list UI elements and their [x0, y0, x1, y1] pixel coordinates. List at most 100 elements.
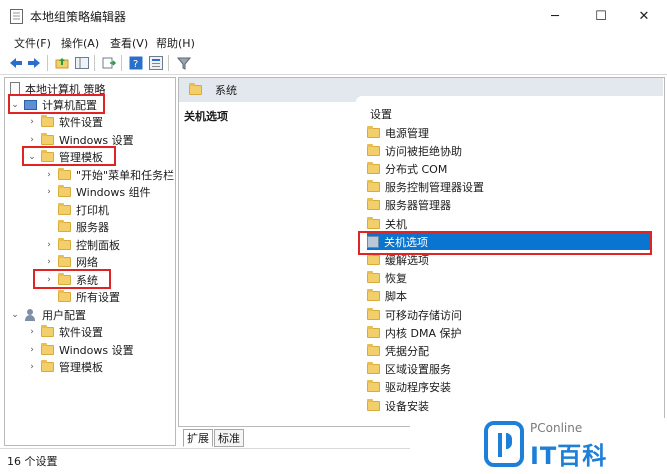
setting-item[interactable]: 设备安装: [367, 397, 429, 414]
tree-windows-settings[interactable]: › Windows 设置: [27, 131, 134, 148]
chevron-right-icon[interactable]: ›: [44, 187, 54, 197]
tree-network[interactable]: › 网络: [44, 253, 98, 270]
tree-user-windows-settings[interactable]: › Windows 设置: [27, 341, 134, 358]
tree-system[interactable]: › 系统: [44, 271, 98, 288]
setting-item-label: 凭据分配: [385, 344, 429, 358]
tree-label: 软件设置: [59, 115, 103, 129]
folder-icon: [41, 132, 54, 145]
folder-icon: [367, 252, 380, 265]
filter-icon[interactable]: [176, 55, 192, 71]
tree-software-settings[interactable]: › 软件设置: [27, 113, 103, 130]
tree-start-menu[interactable]: › "开始"菜单和任务栏: [44, 166, 174, 183]
tree-label: 打印机: [76, 203, 109, 217]
tree-root[interactable]: 本地计算机 策略: [10, 80, 106, 97]
forward-arrow-icon[interactable]: [26, 55, 42, 71]
menu-help[interactable]: 帮助(H): [156, 35, 195, 51]
pconline-logo-icon: [484, 421, 524, 467]
menu-view[interactable]: 查看(V): [110, 35, 148, 51]
folder-icon: [367, 125, 380, 138]
setting-item[interactable]: 关机: [367, 215, 407, 232]
tab-standard[interactable]: 标准: [214, 429, 244, 447]
folder-icon: [367, 271, 380, 284]
chevron-right-icon[interactable]: ›: [27, 362, 37, 372]
folder-icon: [189, 83, 202, 95]
tree-label: "开始"菜单和任务栏: [76, 168, 175, 182]
tree-user-config[interactable]: ⌄ 用户配置: [10, 306, 86, 323]
setting-item[interactable]: 凭据分配: [367, 342, 429, 359]
help-icon[interactable]: ?: [128, 55, 144, 71]
folder-icon: [58, 219, 71, 232]
column-header-setting[interactable]: 设置: [370, 106, 392, 122]
app-icon: [10, 9, 23, 24]
tree-label: 本地计算机 策略: [25, 82, 106, 96]
minimize-button[interactable]: ─: [532, 0, 578, 32]
tree-printers[interactable]: 打印机: [44, 201, 109, 218]
chevron-right-icon[interactable]: ›: [27, 135, 37, 145]
folder-icon: [41, 114, 54, 127]
tree-admin-templates[interactable]: ⌄ 管理模板: [27, 148, 103, 165]
folder-icon: [367, 380, 380, 393]
setting-item[interactable]: 可移动存储访问: [367, 306, 462, 323]
tree-computer-config[interactable]: ⌄ 计算机配置: [10, 96, 97, 113]
setting-item[interactable]: 关机选项: [367, 233, 651, 251]
setting-item[interactable]: 分布式 COM: [367, 160, 447, 177]
setting-item[interactable]: 驱动程序安装: [367, 379, 451, 396]
setting-item-label: 驱动程序安装: [385, 381, 451, 395]
tree-label: 软件设置: [59, 325, 103, 339]
tree-user-software-settings[interactable]: › 软件设置: [27, 323, 103, 340]
chevron-right-icon[interactable]: ›: [44, 240, 54, 250]
chevron-right-icon[interactable]: ›: [44, 170, 54, 180]
tree-label: Windows 组件: [76, 185, 151, 199]
chevron-right-icon[interactable]: ›: [44, 257, 54, 267]
back-arrow-icon[interactable]: [8, 55, 24, 71]
setting-item[interactable]: 内核 DMA 保护: [367, 324, 461, 341]
tree-label: 计算机配置: [42, 98, 97, 112]
setting-item-label: 内核 DMA 保护: [385, 326, 462, 340]
tree-all-settings[interactable]: 所有设置: [44, 288, 120, 305]
close-button[interactable]: ✕: [621, 0, 667, 32]
tree-label: Windows 设置: [59, 133, 134, 147]
tree-user-admin-templates[interactable]: › 管理模板: [27, 358, 103, 375]
window-title: 本地组策略编辑器: [30, 10, 127, 24]
export-list-icon[interactable]: [101, 55, 117, 71]
folder-icon: [41, 149, 54, 162]
setting-item[interactable]: 缓解选项: [367, 251, 429, 268]
tree-windows-components[interactable]: › Windows 组件: [44, 183, 151, 200]
chevron-right-icon[interactable]: ›: [27, 117, 37, 127]
chevron-right-icon[interactable]: ›: [44, 275, 54, 285]
chevron-right-icon[interactable]: ›: [27, 327, 37, 337]
chevron-down-icon[interactable]: ⌄: [10, 100, 20, 110]
folder-icon: [367, 198, 380, 211]
setting-item-label: 可移动存储访问: [385, 308, 462, 322]
status-text: 16 个设置: [7, 455, 58, 468]
folder-icon: [41, 324, 54, 337]
setting-item-label: 服务器管理器: [385, 199, 451, 213]
setting-item-label: 分布式 COM: [385, 162, 448, 176]
show-hide-tree-icon[interactable]: [74, 55, 90, 71]
setting-item[interactable]: 电源管理: [367, 124, 429, 141]
chevron-right-icon[interactable]: ›: [27, 345, 37, 355]
folder-icon: [58, 289, 71, 302]
setting-item[interactable]: 区域设置服务: [367, 361, 451, 378]
tab-extended[interactable]: 扩展: [183, 429, 213, 447]
setting-item-label: 电源管理: [385, 126, 429, 140]
tree-control-panel[interactable]: › 控制面板: [44, 236, 120, 253]
setting-item[interactable]: 脚本: [367, 288, 407, 305]
tree-label: 管理模板: [59, 360, 103, 374]
properties-icon[interactable]: [148, 55, 164, 71]
maximize-button[interactable]: ☐: [578, 0, 624, 32]
up-folder-icon[interactable]: [54, 55, 70, 71]
chevron-down-icon[interactable]: ⌄: [27, 152, 37, 162]
policy-document-icon: [10, 82, 20, 95]
setting-item[interactable]: 服务器管理器: [367, 197, 451, 214]
setting-item[interactable]: 服务控制管理器设置: [367, 179, 484, 196]
menu-action[interactable]: 操作(A): [61, 35, 99, 51]
chevron-down-icon[interactable]: ⌄: [10, 310, 20, 320]
menu-file[interactable]: 文件(F): [14, 35, 51, 51]
folder-icon: [367, 161, 380, 174]
setting-item[interactable]: 恢复: [367, 270, 407, 287]
setting-item-label: 访问被拒绝协助: [385, 144, 462, 158]
setting-item[interactable]: 访问被拒绝协助: [367, 142, 462, 159]
detail-header-title: 系统: [215, 84, 237, 97]
tree-servers[interactable]: 服务器: [44, 218, 109, 235]
